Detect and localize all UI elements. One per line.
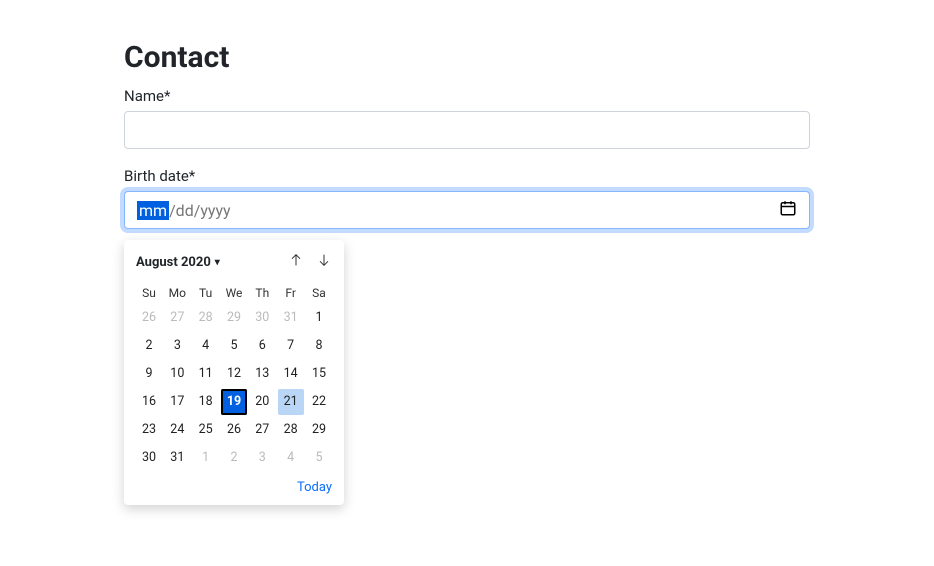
calendar-day[interactable]: 24 — [164, 417, 190, 443]
date-dd-segment[interactable]: dd — [176, 201, 194, 220]
weekday-sa: Sa — [306, 282, 332, 304]
birthdate-field-group: Birth date* mm/dd/yyyy — [124, 167, 810, 229]
calendar-day[interactable]: 20 — [249, 389, 275, 415]
calendar-day[interactable]: 18 — [193, 389, 219, 415]
calendar-day[interactable]: 5 — [306, 445, 332, 471]
calendar-grid: 2627282930311234567891011121314151617181… — [136, 304, 332, 472]
today-link[interactable]: Today — [297, 480, 332, 495]
calendar-day[interactable]: 5 — [221, 333, 247, 359]
calendar-week-row: 2345678 — [136, 332, 332, 360]
calendar-day[interactable]: 14 — [278, 361, 304, 387]
calendar-day[interactable]: 30 — [136, 445, 162, 471]
calendar-day[interactable]: 29 — [221, 305, 247, 331]
calendar-week-row: 303112345 — [136, 444, 332, 472]
calendar-day[interactable]: 17 — [164, 389, 190, 415]
calendar-week-row: 23242526272829 — [136, 416, 332, 444]
calendar-day[interactable]: 2 — [221, 445, 247, 471]
calendar-day[interactable]: 3 — [249, 445, 275, 471]
calendar-day[interactable]: 26 — [221, 417, 247, 443]
calendar-day[interactable]: 1 — [306, 305, 332, 331]
weekday-su: Su — [136, 282, 162, 304]
calendar-day[interactable]: 27 — [249, 417, 275, 443]
birthdate-label: Birth date* — [124, 167, 810, 185]
date-yyyy-segment[interactable]: yyyy — [200, 201, 230, 220]
weekday-mo: Mo — [164, 282, 190, 304]
calendar-day[interactable]: 15 — [306, 361, 332, 387]
calendar-week-row: 2627282930311 — [136, 304, 332, 332]
calendar-day[interactable]: 10 — [164, 361, 190, 387]
calendar-day[interactable]: 1 — [193, 445, 219, 471]
calendar-day[interactable]: 9 — [136, 361, 162, 387]
calendar-day[interactable]: 31 — [278, 305, 304, 331]
date-mm-segment[interactable]: mm — [137, 201, 169, 220]
calendar-day[interactable]: 29 — [306, 417, 332, 443]
calendar-day[interactable]: 2 — [136, 333, 162, 359]
page-title: Contact — [124, 40, 810, 75]
calendar-day[interactable]: 13 — [249, 361, 275, 387]
calendar-day[interactable]: 26 — [136, 305, 162, 331]
calendar-day[interactable]: 21 — [278, 389, 304, 415]
calendar-day[interactable]: 19 — [221, 389, 247, 415]
calendar-day[interactable]: 27 — [164, 305, 190, 331]
calendar-day[interactable]: 16 — [136, 389, 162, 415]
calendar-day[interactable]: 6 — [249, 333, 275, 359]
caret-down-icon: ▾ — [215, 257, 220, 268]
calendar-day[interactable]: 30 — [249, 305, 275, 331]
calendar-day[interactable]: 23 — [136, 417, 162, 443]
weekday-th: Th — [249, 282, 275, 304]
calendar-day[interactable]: 7 — [278, 333, 304, 359]
name-input[interactable] — [124, 111, 810, 149]
calendar-day[interactable]: 31 — [164, 445, 190, 471]
calendar-week-row: 9101112131415 — [136, 360, 332, 388]
calendar-day[interactable]: 4 — [278, 445, 304, 471]
birthdate-input[interactable]: mm/dd/yyyy — [124, 191, 810, 229]
next-month-button[interactable] — [316, 252, 332, 272]
weekday-tu: Tu — [193, 282, 219, 304]
weekday-header-row: Su Mo Tu We Th Fr Sa — [136, 282, 332, 304]
calendar-day[interactable]: 11 — [193, 361, 219, 387]
calendar-week-row: 16171819202122 — [136, 388, 332, 416]
calendar-day[interactable]: 12 — [221, 361, 247, 387]
calendar-day[interactable]: 28 — [193, 305, 219, 331]
date-sep1: / — [169, 201, 176, 220]
calendar-day[interactable]: 22 — [306, 389, 332, 415]
calendar-day[interactable]: 4 — [193, 333, 219, 359]
prev-month-button[interactable] — [288, 252, 304, 272]
name-field-group: Name* — [124, 87, 810, 149]
calendar-day[interactable]: 3 — [164, 333, 190, 359]
name-label: Name* — [124, 87, 810, 105]
calendar-icon[interactable] — [779, 199, 797, 221]
weekday-we: We — [221, 282, 247, 304]
calendar-day[interactable]: 28 — [278, 417, 304, 443]
calendar-day[interactable]: 8 — [306, 333, 332, 359]
weekday-fr: Fr — [278, 282, 304, 304]
date-picker-popup: August 2020 ▾ Su Mo Tu We Th Fr Sa 26272… — [124, 240, 344, 505]
month-year-toggle[interactable]: August 2020 ▾ — [136, 255, 220, 270]
birthdate-placeholder: mm/dd/yyyy — [137, 201, 231, 220]
date-sep2: / — [194, 201, 201, 220]
calendar-day[interactable]: 25 — [193, 417, 219, 443]
month-year-label: August 2020 — [136, 255, 211, 270]
